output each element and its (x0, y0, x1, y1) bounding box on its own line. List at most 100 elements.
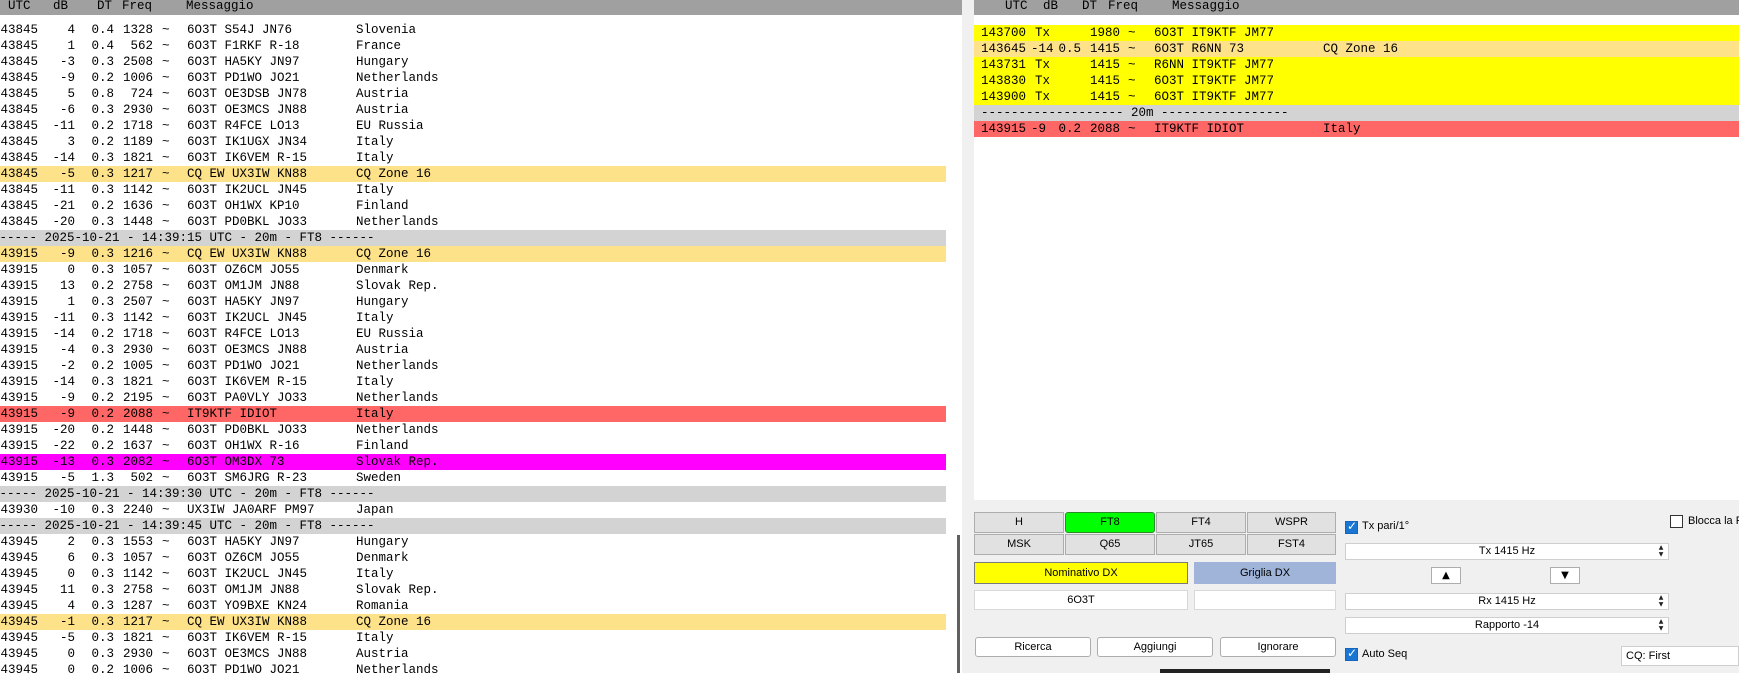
tx-frequency-spin-arrows[interactable]: ▲ ▼ (1656, 544, 1666, 559)
db-cell: Tx (1035, 74, 1051, 88)
db-cell: -14 (1031, 42, 1054, 56)
decode-row[interactable]: 143945 -1 0.3 1217 ~ CQ EW UX3IW KN88 CQ Zone … (0, 614, 946, 630)
mode-wspr-button[interactable]: WSPR (1247, 512, 1336, 533)
ignore-button[interactable]: Ignorare (1220, 637, 1336, 657)
tilde-cell: ~ (162, 471, 170, 485)
add-button[interactable]: Aggiungi (1097, 637, 1213, 657)
country-cell: Austria (356, 87, 409, 101)
decode-row[interactable]: 143915 -14 0.3 1821 ~6O3T IK6VEM R-15 Italy (0, 374, 946, 390)
db-cell: -14 (52, 375, 75, 389)
pane-splitter[interactable] (962, 0, 974, 673)
mode-jt65-button[interactable]: JT65 (1156, 534, 1246, 555)
tx-frequency-value: Tx 1415 Hz (1478, 545, 1536, 557)
decode-row[interactable]: 143915 0 0.3 1057 ~6O3T OZ6CM JO55 Denmark (0, 262, 946, 278)
country-cell: Denmark (356, 551, 409, 565)
db-cell: Tx (1035, 26, 1051, 40)
tilde-cell: ~ (1128, 58, 1136, 72)
decode-row[interactable]: 143915 -13 0.3 2082 ~6O3T OM3DX 73 Slovak Rep… (0, 454, 946, 470)
decode-row[interactable]: 143845 -11 0.2 1718 ~6O3T R4FCE LO13 EU Russi… (0, 118, 946, 134)
utc-cell: 143945 (0, 583, 39, 597)
report-spin-arrows[interactable]: ▲ ▼ (1656, 618, 1666, 633)
rx-frequency-spin-arrows[interactable]: ▲ ▼ (1656, 594, 1666, 609)
tx-frequency-spinbox[interactable]: Tx 1415 Hz ▲ ▼ (1345, 543, 1669, 560)
decode-row[interactable]: 143915 -9 0.2 2195 ~6O3T PA0VLY JO33 Netherla… (0, 390, 946, 406)
band-activity-pane[interactable]: UTC dB DT Freq Messaggio 143845 4 0.4 1328 ~… (0, 0, 962, 673)
decode-row[interactable]: 143845 4 0.4 1328 ~6O3T S54J JN76 Slovenia (0, 22, 946, 38)
mode-fst4-button[interactable]: FST4 (1247, 534, 1336, 555)
decode-row[interactable]: 143915 -4 0.3 2930 ~6O3T OE3MCS JN88 Austria (0, 342, 946, 358)
decode-row[interactable]: 143915 -9 0.2 2088 ~ IT9KTF IDIOT Italy (0, 406, 946, 422)
decode-row[interactable]: 143915 -2 0.2 1005 ~6O3T PD1WO JO21 Netherlan… (0, 358, 946, 374)
tx-to-rx-down-button[interactable]: ▼ (1550, 567, 1580, 584)
utc-cell: 143845 (0, 119, 39, 133)
decode-row[interactable]: 143915 -14 0.2 1718 ~6O3T R4FCE LO13 EU Russi… (0, 326, 946, 342)
mode-h-button[interactable]: H (974, 512, 1064, 533)
mode-q65-button[interactable]: Q65 (1065, 534, 1155, 555)
decode-row[interactable]: 143845 -20 0.3 1448 ~6O3T PD0BKL JO33 Netherl… (0, 214, 946, 230)
cq-mode-select[interactable]: CQ: First (1621, 646, 1739, 666)
decode-row[interactable]: 143915 -9 0.3 1216 ~ CQ EW UX3IW KN88 CQ Zone … (0, 246, 946, 262)
utc-cell: 143845 (0, 135, 39, 149)
decode-row[interactable]: 143900 Tx 1415 ~6O3T IT9KTF JM77 (974, 89, 1739, 105)
decode-row[interactable]: 143845 -3 0.3 2508 ~6O3T HA5KY JN97 Hungary (0, 54, 946, 70)
decode-row[interactable]: 143945 2 0.3 1553 ~6O3T HA5KY JN97 Hungary (0, 534, 946, 550)
message-cell: 6O3T OZ6CM JO55 (187, 263, 300, 277)
rx-to-tx-up-button[interactable]: ▲ (1431, 567, 1461, 584)
decode-row[interactable]: 143845 -9 0.2 1006 ~6O3T PD1WO JO21 Netherlan… (0, 70, 946, 86)
decode-row[interactable]: 143945 4 0.3 1287 ~6O3T YO9BXE KN24 Romania (0, 598, 946, 614)
utc-cell: 143915 (0, 327, 39, 341)
report-spinbox[interactable]: Rapporto -14 ▲ ▼ (1345, 617, 1669, 634)
decode-row[interactable]: 143945 0 0.2 1006 ~6O3T PD1WO JO21 Netherland… (0, 662, 946, 673)
decode-row[interactable]: 143915 1 0.3 2507 ~6O3T HA5KY JN97 Hungary (0, 294, 946, 310)
decode-row[interactable]: 143845 -21 0.2 1636 ~6O3T OH1WX KP10 Finland (0, 198, 946, 214)
decode-row[interactable]: 143845 3 0.2 1189 ~6O3T IK1UGX JN34 Italy (0, 134, 946, 150)
band-activity-scrollbar[interactable] (957, 535, 960, 673)
db-cell: -5 (59, 631, 75, 645)
decode-row[interactable]: 143845 5 0.8 724 ~6O3T OE3DSB JN78 Austria (0, 86, 946, 102)
dt-cell: 0.3 (91, 551, 114, 565)
decode-row[interactable]: 143945 -5 0.3 1821 ~6O3T IK6VEM R-15 Italy (0, 630, 946, 646)
dx-call-input[interactable]: 6O3T (974, 590, 1188, 610)
decode-row[interactable]: 143915 -9 0.2 2088 ~ IT9KTF IDIOT Italy (974, 121, 1739, 137)
mode-msk-button[interactable]: MSK (974, 534, 1064, 555)
decode-row[interactable]: 143845 -5 0.3 1217 ~ CQ EW UX3IW KN88 CQ Zone … (0, 166, 946, 182)
dt-cell: 0.2 (91, 119, 114, 133)
decode-row[interactable]: 143645 -14 0.5 1415 ~6O3T R6NN 73 CQ Zone 16 (974, 41, 1739, 57)
freq-cell: 1553 (122, 535, 153, 549)
lock-tx-freq-checkbox[interactable] (1670, 515, 1683, 528)
decode-row[interactable]: 143915 13 0.2 2758 ~6O3T OM1JM JN88 Slovak Re… (0, 278, 946, 294)
rx-frequency-spinbox[interactable]: Rx 1415 Hz ▲ ▼ (1345, 593, 1669, 610)
decode-row[interactable]: 143830 Tx 1415 ~6O3T IT9KTF JM77 (974, 73, 1739, 89)
tilde-cell: ~ (162, 119, 170, 133)
decode-row[interactable]: 143731 Tx 1415 ~ R6NN IT9KTF JM77 (974, 57, 1739, 73)
decode-row[interactable]: 143930 -10 0.3 2240 ~ UX3IW JA0ARF PM97 Japan (0, 502, 946, 518)
freq-cell: 1057 (122, 263, 153, 277)
decode-row[interactable]: 143915 -20 0.2 1448 ~6O3T PD0BKL JO33 Netherl… (0, 422, 946, 438)
rx-frequency-pane[interactable]: UTC dB DT Freq Messaggio 143700 Tx 1980 ~6O… (974, 0, 1739, 500)
decode-row[interactable]: 143915 -22 0.2 1637 ~6O3T OH1WX R-16 Finland (0, 438, 946, 454)
search-button[interactable]: Ricerca (975, 637, 1091, 657)
decode-row[interactable]: 143915 -5 1.3 502 ~6O3T SM6JRG R-23 Sweden (0, 470, 946, 486)
message-cell: 6O3T OE3MCS JN88 (187, 647, 308, 661)
mode-ft8-button[interactable]: FT8 (1065, 512, 1155, 533)
mode-ft4-button[interactable]: FT4 (1156, 512, 1246, 533)
decode-row[interactable]: 143700 Tx 1980 ~6O3T IT9KTF JM77 (974, 25, 1739, 41)
tx-even-checkbox[interactable] (1345, 519, 1358, 534)
auto-seq-checkbox[interactable] (1345, 646, 1358, 661)
decode-row[interactable]: 143945 6 0.3 1057 ~6O3T OZ6CM JO55 Denmark (0, 550, 946, 566)
utc-cell: 143945 (0, 551, 39, 565)
decode-row[interactable]: 143945 11 0.3 2758 ~6O3T OM1JM JN88 Slovak Re… (0, 582, 946, 598)
utc-cell: 143915 (0, 311, 39, 325)
dx-call-button[interactable]: Nominativo DX (974, 562, 1188, 584)
decode-row[interactable]: 143945 0 0.3 2930 ~6O3T OE3MCS JN88 Austria (0, 646, 946, 662)
decode-row[interactable]: 143915 -11 0.3 1142 ~6O3T IK2UCL JN45 Italy (0, 310, 946, 326)
decode-row[interactable]: 143845 -6 0.3 2930 ~6O3T OE3MCS JN88 Austria (0, 102, 946, 118)
message-cell: 6O3T S54J JN76 (187, 23, 293, 37)
dx-grid-input[interactable] (1194, 590, 1336, 610)
decode-row[interactable]: 143845 1 0.4 562 ~6O3T F1RKF R-18 France (0, 38, 946, 54)
dx-grid-button[interactable]: Griglia DX (1194, 562, 1336, 584)
decode-row[interactable]: 143945 0 0.3 1142 ~6O3T IK2UCL JN45 Italy (0, 566, 946, 582)
decode-row[interactable]: 143845 -14 0.3 1821 ~6O3T IK6VEM R-15 Italy (0, 150, 946, 166)
db-cell: 4 (67, 23, 75, 37)
decode-row[interactable]: 143845 -11 0.3 1142 ~6O3T IK2UCL JN45 Italy (0, 182, 946, 198)
